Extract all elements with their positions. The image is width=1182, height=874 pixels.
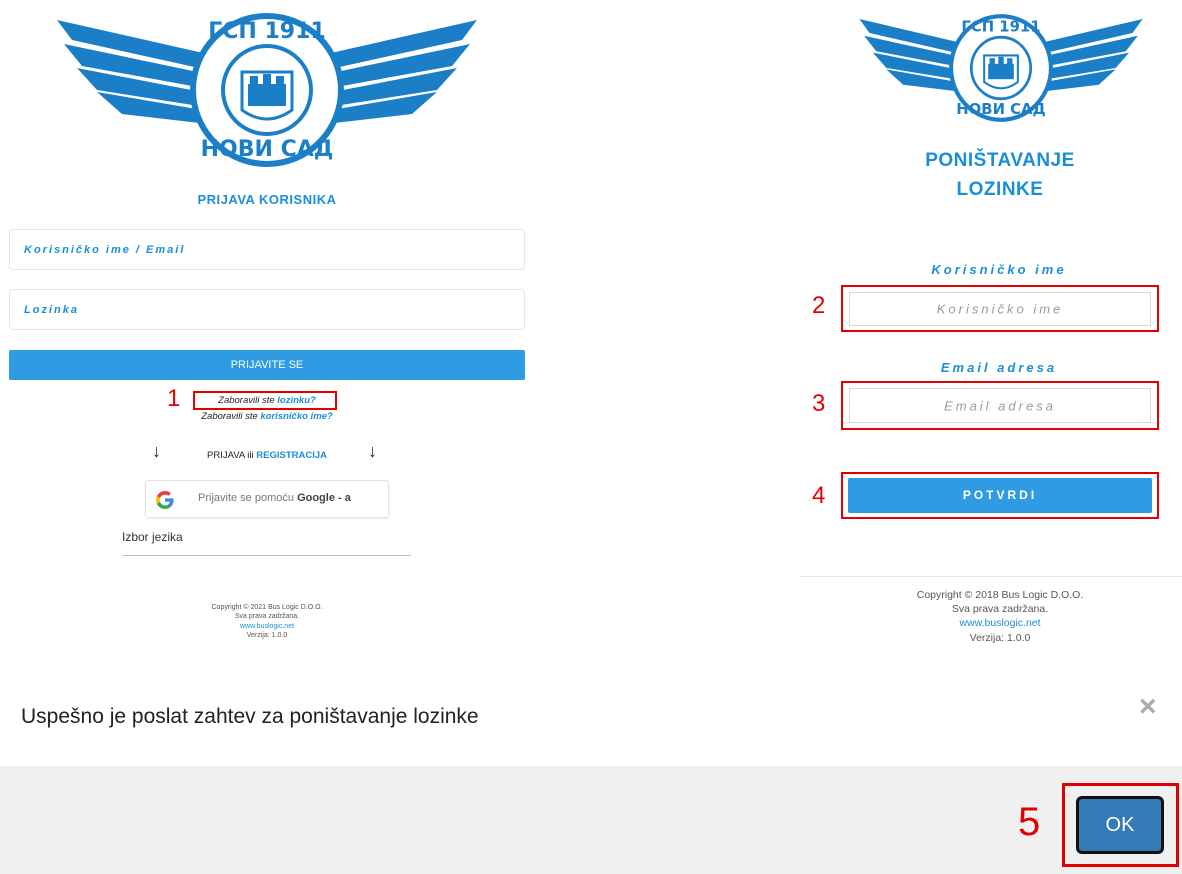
username-email-input[interactable]: Korisničko ime / Email <box>9 229 525 270</box>
step-4-marker: 4 <box>812 482 826 509</box>
footer-right: Copyright © 2018 Bus Logic D.O.O. Sva pr… <box>840 588 1160 645</box>
step-5-marker: 5 <box>1018 800 1041 844</box>
forgot-username-link[interactable]: korisničko ime? <box>260 411 332 422</box>
google-signin-label: Prijavite se pomoću Google - a <box>198 492 351 504</box>
rights-left: Sva prava zadržana. <box>234 613 300 621</box>
reset-title-line2: LOZINKE <box>956 179 1044 200</box>
username-label: Korisničko ime <box>931 262 1067 277</box>
reset-title-line1: PONIŠTAVANJE <box>925 150 1075 171</box>
copyright-right: Copyright © 2018 Bus Logic D.O.O. <box>916 589 1084 601</box>
svg-text:ГСП 1911: ГСП 1911 <box>208 19 325 44</box>
email-label: Email adresa <box>940 360 1058 375</box>
dialog-footer <box>0 766 1182 874</box>
ok-button[interactable]: OK <box>1076 796 1164 854</box>
step-2-marker: 2 <box>812 292 826 319</box>
version-left: Verzija: 1.0.0 <box>246 632 288 640</box>
password-input[interactable]: Lozinka <box>9 289 525 330</box>
copyright-left: Copyright © 2021 Bus Logic D.O.O. <box>211 604 323 611</box>
right-divider <box>800 576 1182 577</box>
google-signin-prefix: Prijavite se pomoću <box>198 492 294 504</box>
reset-username-placeholder: Korisničko ime <box>936 301 1064 317</box>
language-select[interactable]: Izbor jezika <box>122 528 411 556</box>
password-placeholder: Lozinka <box>24 303 79 316</box>
google-icon <box>156 491 174 509</box>
username-email-placeholder: Korisničko ime / Email <box>24 243 186 256</box>
login-title: PRIJAVA KORISNIKA <box>197 192 337 207</box>
logo-right: ГСП 1911 НОВИ САД <box>856 12 1146 124</box>
language-select-label: Izbor jezika <box>122 530 183 544</box>
svg-text:ГСП 1911: ГСП 1911 <box>961 17 1040 35</box>
website-link-right[interactable]: www.buslogic.net <box>840 616 1160 630</box>
forgot-username-prefix: Zaboravili ste <box>201 411 258 422</box>
forgot-username-line: Zaboravili ste korisničko ime? <box>0 411 534 422</box>
success-message: Uspešno je poslat zahtev za poništavanje… <box>21 705 479 728</box>
footer-left: Copyright © 2021 Bus Logic D.O.O. Sva pr… <box>0 603 534 641</box>
reset-email-placeholder: Email adresa <box>944 398 1056 413</box>
rights-right: Sva prava zadržana. <box>951 603 1049 616</box>
forgot-password-link[interactable]: lozinku? <box>277 395 316 406</box>
google-signin-bold: Google - a <box>297 492 351 504</box>
arrow-down-right-icon: ↓ <box>368 441 377 461</box>
website-link-left[interactable]: www.buslogic.net <box>0 622 534 631</box>
step-3-marker: 3 <box>812 390 826 417</box>
register-prefix: PRIJAVA ili <box>206 450 254 461</box>
reset-title: PONIŠTAVANJE LOZINKE <box>840 146 1160 204</box>
register-line: PRIJAVA ili REGISTRACIJA <box>0 450 534 461</box>
version-right: Verzija: 1.0.0 <box>969 631 1031 644</box>
google-signin-button[interactable]: Prijavite se pomoću Google - a <box>145 480 389 518</box>
forgot-password-prefix: Zaboravili ste <box>218 395 275 406</box>
svg-text:НОВИ САД: НОВИ САД <box>201 137 334 162</box>
reset-email-input[interactable]: Email adresa <box>849 388 1151 423</box>
close-icon[interactable]: × <box>1139 690 1157 724</box>
register-link[interactable]: REGISTRACIJA <box>256 450 327 461</box>
forgot-password-line: Zaboravili ste lozinku? <box>0 395 534 406</box>
login-button[interactable]: PRIJAVITE SE <box>9 350 525 380</box>
svg-text:НОВИ САД: НОВИ САД <box>956 100 1045 118</box>
logo-left: ГСП 1911 НОВИ САД <box>52 10 482 170</box>
confirm-button[interactable]: POTVRDI <box>848 478 1152 513</box>
step-1-marker: 1 <box>167 385 181 412</box>
reset-username-input[interactable]: Korisničko ime <box>849 292 1151 326</box>
